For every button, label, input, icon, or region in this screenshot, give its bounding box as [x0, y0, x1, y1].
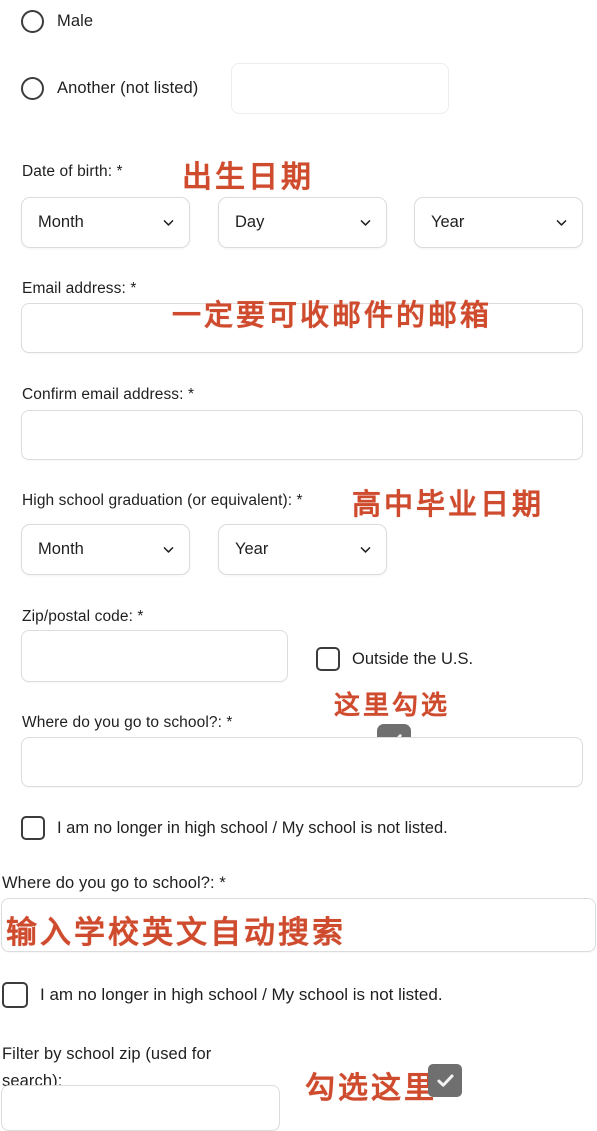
- chevron-down-icon: [360, 547, 371, 553]
- email-address-label: Email address: *: [22, 280, 137, 297]
- not-in-school-1-row[interactable]: I am no longer in high school / My schoo…: [21, 816, 448, 840]
- outside-us-label: Outside the U.S.: [352, 649, 474, 668]
- radio-icon-male[interactable]: [21, 10, 44, 33]
- radio-option-male[interactable]: Male: [21, 10, 93, 33]
- another-gender-input[interactable]: [231, 63, 449, 114]
- checkbox-icon-not-in-school-2[interactable]: [2, 982, 28, 1008]
- chevron-down-icon: [163, 220, 174, 226]
- hs-grad-year-select[interactable]: Year: [218, 524, 387, 575]
- date-of-birth-label: Date of birth: *: [22, 163, 123, 180]
- hs-graduation-label: High school graduation (or equivalent): …: [22, 492, 303, 509]
- chevron-down-icon: [556, 220, 567, 226]
- annotation-check-badge-school-zip: [428, 1064, 462, 1097]
- dob-day-value: Day: [235, 213, 265, 231]
- annotation-outside-us: 这里勾选: [334, 691, 451, 721]
- radio-label-another: Another (not listed): [57, 79, 199, 97]
- not-in-school-2-label: I am no longer in high school / My schoo…: [40, 985, 443, 1004]
- chevron-down-icon: [360, 220, 371, 226]
- school-1-input[interactable]: [21, 737, 583, 787]
- dob-month-select[interactable]: Month: [21, 197, 190, 248]
- dob-day-select[interactable]: Day: [218, 197, 387, 248]
- school-2-label: Where do you go to school?: *: [2, 874, 226, 892]
- annotation-hs-graduation: 高中毕业日期: [352, 487, 545, 521]
- hs-grad-month-select[interactable]: Month: [21, 524, 190, 575]
- confirm-email-input[interactable]: [21, 410, 583, 460]
- not-in-school-1-label: I am no longer in high school / My schoo…: [57, 818, 448, 837]
- not-in-school-2-row[interactable]: I am no longer in high school / My schoo…: [2, 982, 443, 1008]
- dob-month-value: Month: [38, 213, 84, 231]
- outside-us-checkbox-row[interactable]: Outside the U.S.: [316, 647, 473, 671]
- annotation-date-of-birth: 出生日期: [182, 160, 314, 195]
- hs-grad-month-value: Month: [38, 540, 84, 558]
- annotation-email-address: 一定要可收邮件的邮箱: [172, 298, 493, 332]
- dob-year-select[interactable]: Year: [414, 197, 583, 248]
- school-1-label: Where do you go to school?: *: [22, 714, 233, 731]
- confirm-email-label: Confirm email address: *: [22, 386, 195, 403]
- checkbox-icon-outside-us[interactable]: [316, 647, 340, 671]
- radio-label-male: Male: [57, 12, 94, 30]
- radio-option-another[interactable]: Another (not listed): [21, 77, 198, 100]
- radio-icon-another[interactable]: [21, 77, 44, 100]
- chevron-down-icon: [163, 547, 174, 553]
- zip-postal-code-input[interactable]: [21, 630, 288, 682]
- hs-grad-year-value: Year: [235, 540, 269, 558]
- checkbox-icon-not-in-school-1[interactable]: [21, 816, 45, 840]
- annotation-school-search: 输入学校英文自动搜索: [6, 915, 346, 951]
- annotation-school-zip: 勾选这里: [305, 1071, 437, 1106]
- check-icon: [436, 1074, 454, 1087]
- school-zip-input[interactable]: [1, 1085, 280, 1131]
- dob-year-value: Year: [431, 213, 465, 231]
- zip-postal-code-label: Zip/postal code: *: [22, 608, 144, 625]
